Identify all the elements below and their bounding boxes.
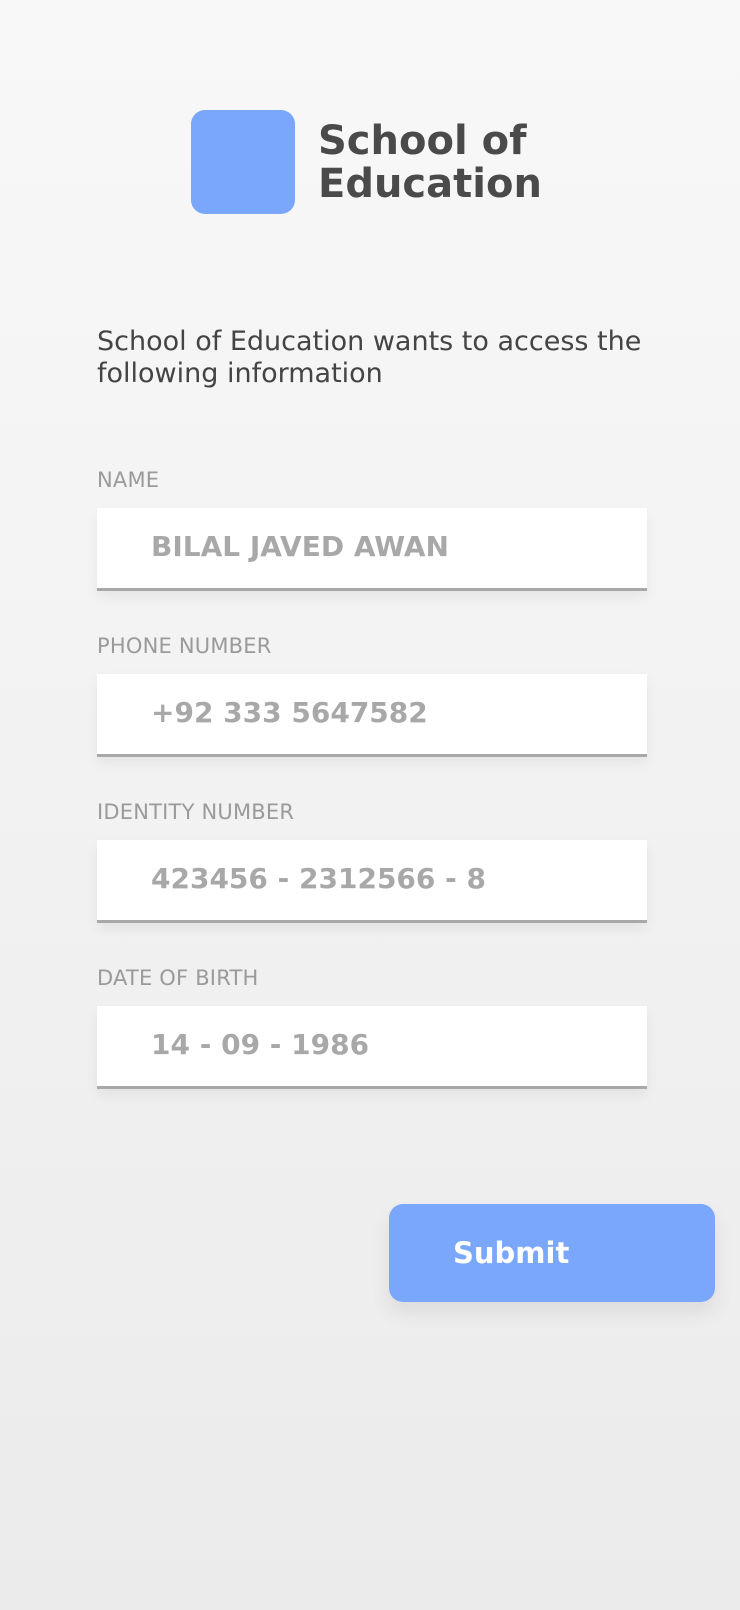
identity-label: IDENTITY NUMBER [97, 800, 295, 824]
permission-intro: School of Education wants to access the … [97, 326, 642, 389]
dob-field[interactable]: 14 - 09 - 1986 [97, 1006, 647, 1089]
name-field[interactable]: BILAL JAVED AWAN [97, 508, 647, 591]
app-title-line2: Education [318, 161, 542, 207]
identity-field[interactable]: 423456 - 2312566 - 8 [97, 840, 647, 923]
app-title-line1: School of [318, 118, 527, 164]
phone-label: PHONE NUMBER [97, 634, 272, 658]
dob-value: 14 - 09 - 1986 [151, 1028, 370, 1061]
phone-value: +92 333 5647582 [151, 696, 428, 729]
dob-label: DATE OF BIRTH [97, 966, 259, 990]
app-title: School of Education [318, 120, 578, 206]
submit-button[interactable]: Submit [389, 1204, 715, 1302]
phone-field[interactable]: +92 333 5647582 [97, 674, 647, 757]
identity-value: 423456 - 2312566 - 8 [151, 862, 486, 895]
submit-label: Submit [453, 1236, 570, 1270]
name-value: BILAL JAVED AWAN [151, 530, 449, 563]
name-label: NAME [97, 468, 160, 492]
logo-icon [191, 110, 295, 214]
